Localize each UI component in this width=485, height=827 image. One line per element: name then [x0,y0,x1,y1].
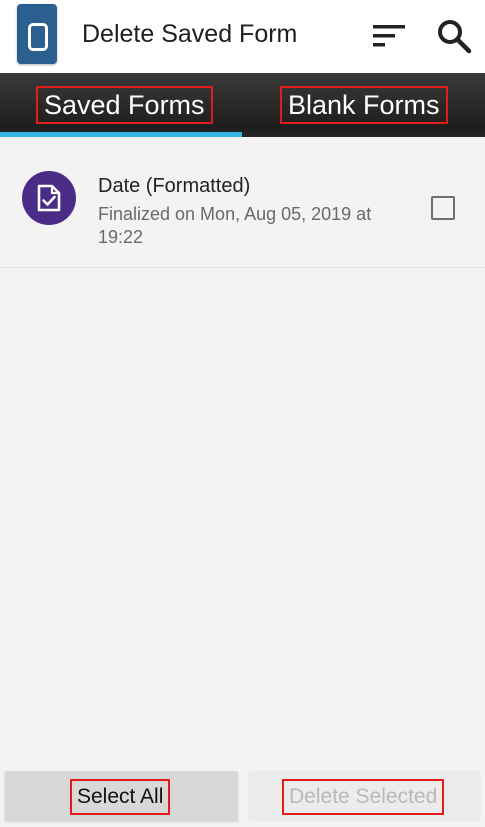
bottom-action-bar: Select All Delete Selected [0,769,485,827]
sort-icon[interactable] [372,24,406,48]
finalized-form-icon [22,171,76,225]
form-status: Finalized on Mon, Aug 05, 2019 at 19:22 [98,204,372,247]
select-all-button[interactable]: Select All [5,771,238,821]
tab-blank-forms[interactable]: Blank Forms [243,73,485,137]
select-all-label: Select All [70,779,171,815]
delete-selected-label: Delete Selected [282,779,445,815]
tab-saved-forms[interactable]: Saved Forms [0,73,242,137]
saved-forms-list: Date (Formatted) Finalized on Mon, Aug 0… [0,137,485,769]
tab-blank-forms-label: Blank Forms [280,86,448,124]
app-logo-icon [17,4,57,64]
page-title: Delete Saved Form [82,20,298,48]
app-logo-mark [28,23,48,51]
form-select-checkbox[interactable] [431,196,455,220]
search-icon[interactable] [436,18,472,54]
list-item[interactable]: Date (Formatted) Finalized on Mon, Aug 0… [0,137,485,268]
delete-selected-button[interactable]: Delete Selected [248,771,481,821]
app-bar: Delete Saved Form [0,0,485,73]
tab-bar: Saved Forms Blank Forms [0,73,485,137]
tab-saved-forms-label: Saved Forms [36,86,213,124]
form-title: Date (Formatted) [98,175,251,197]
